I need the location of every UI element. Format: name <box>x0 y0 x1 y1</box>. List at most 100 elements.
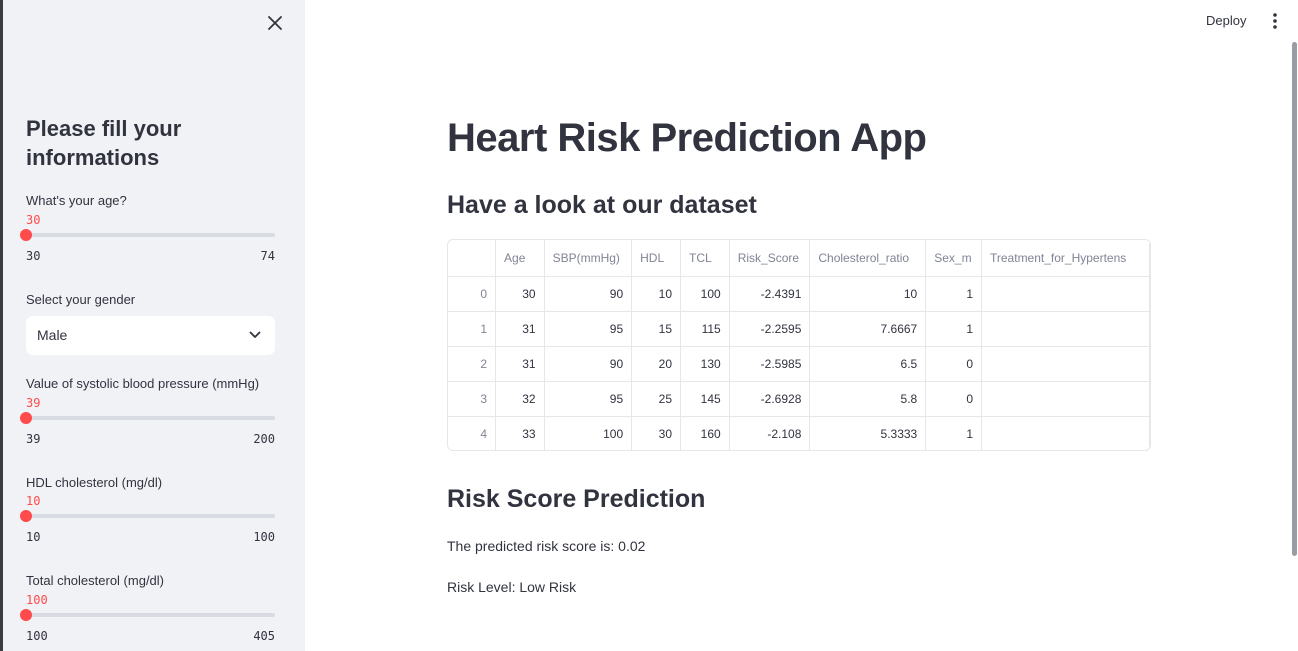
table-row: 4 33 100 30 160 -2.108 5.3333 1 <box>448 416 1150 450</box>
sidebar: Please fill your informations What's you… <box>3 0 305 651</box>
sbp-slider-label: Value of systolic blood pressure (mmHg) <box>26 376 260 391</box>
column-header[interactable]: Age <box>495 240 545 277</box>
table-cell[interactable] <box>981 381 1150 417</box>
table-cell[interactable]: 31 <box>495 346 545 382</box>
table-cell[interactable]: 115 <box>680 311 730 347</box>
prediction-heading: Risk Score Prediction <box>447 485 706 513</box>
table-cell[interactable]: 10 <box>809 276 927 312</box>
table-cell[interactable]: 95 <box>544 311 633 347</box>
table-cell[interactable]: 5.3333 <box>809 416 927 450</box>
main-menu-button[interactable] <box>1268 12 1282 30</box>
age-slider-thumb[interactable] <box>20 229 32 241</box>
table-cell[interactable] <box>981 346 1150 382</box>
table-cell[interactable]: 32 <box>495 381 545 417</box>
table-cell[interactable]: 100 <box>544 416 633 450</box>
table-cell[interactable]: 0 <box>925 381 982 417</box>
page-title: Heart Risk Prediction App <box>447 116 927 160</box>
dataset-heading: Have a look at our dataset <box>447 191 757 219</box>
column-header[interactable]: TCL <box>680 240 730 277</box>
table-row: 3 32 95 25 145 -2.6928 5.8 0 <box>448 381 1150 417</box>
table-cell[interactable]: -2.108 <box>729 416 811 450</box>
age-slider-value: 30 <box>26 213 41 227</box>
column-header[interactable]: SBP(mmHg) <box>544 240 633 277</box>
table-cell[interactable]: 95 <box>544 381 633 417</box>
sbp-slider-min: 39 <box>26 432 41 446</box>
column-header[interactable]: Sex_m <box>925 240 982 277</box>
table-cell[interactable]: 31 <box>495 311 545 347</box>
table-cell[interactable]: 30 <box>631 416 681 450</box>
column-header[interactable]: Treatment_for_Hypertens <box>981 240 1150 277</box>
table-cell[interactable]: 1 <box>925 276 982 312</box>
chevron-down-icon <box>249 331 261 338</box>
table-cell[interactable] <box>981 416 1150 450</box>
risk-level-text: Risk Level: Low Risk <box>447 579 577 595</box>
gender-select[interactable]: Male <box>26 316 275 355</box>
tcl-slider-min: 100 <box>26 629 48 643</box>
table-cell[interactable]: 15 <box>631 311 681 347</box>
tcl-slider[interactable]: 100 100 405 <box>20 593 275 649</box>
more-vertical-icon <box>1273 13 1277 29</box>
table-cell[interactable]: 6.5 <box>809 346 927 382</box>
age-slider[interactable]: 30 30 74 <box>20 213 275 269</box>
table-cell[interactable]: 33 <box>495 416 545 450</box>
table-cell[interactable]: 25 <box>631 381 681 417</box>
table-cell[interactable]: 5.8 <box>809 381 927 417</box>
table-cell[interactable] <box>981 276 1150 312</box>
row-index: 0 <box>448 276 497 312</box>
table-cell[interactable]: 1 <box>925 311 982 347</box>
deploy-button[interactable]: Deploy <box>1206 13 1246 28</box>
sbp-slider[interactable]: 39 39 200 <box>20 396 275 452</box>
table-cell[interactable]: 160 <box>680 416 730 450</box>
hdl-slider-thumb[interactable] <box>20 510 32 522</box>
column-header[interactable]: Cholesterol_ratio <box>809 240 927 277</box>
age-slider-max: 74 <box>260 249 275 263</box>
sbp-slider-thumb[interactable] <box>20 412 32 424</box>
hdl-slider-label: HDL cholesterol (mg/dl) <box>26 475 163 490</box>
table-cell[interactable]: 7.6667 <box>809 311 927 347</box>
table-cell[interactable]: 100 <box>680 276 730 312</box>
sbp-slider-track[interactable] <box>26 416 275 420</box>
table-row: 1 31 95 15 115 -2.2595 7.6667 1 <box>448 311 1150 347</box>
column-header[interactable]: HDL <box>631 240 681 277</box>
row-index: 1 <box>448 311 497 347</box>
table-cell[interactable]: 30 <box>495 276 545 312</box>
table-cell[interactable]: -2.5985 <box>729 346 811 382</box>
table-cell[interactable]: 20 <box>631 346 681 382</box>
row-index: 2 <box>448 346 497 382</box>
predicted-score-text: The predicted risk score is: 0.02 <box>447 538 646 554</box>
row-index: 4 <box>448 416 497 450</box>
column-header[interactable] <box>448 240 497 277</box>
table-cell[interactable]: 90 <box>544 276 633 312</box>
table-cell[interactable]: 0 <box>925 346 982 382</box>
table-cell[interactable]: -2.2595 <box>729 311 811 347</box>
age-slider-track[interactable] <box>26 233 275 237</box>
table-cell[interactable] <box>981 311 1150 347</box>
table-cell[interactable]: -2.4391 <box>729 276 811 312</box>
row-index: 3 <box>448 381 497 417</box>
hdl-slider-track[interactable] <box>26 514 275 518</box>
gender-select-value: Male <box>37 327 68 343</box>
tcl-slider-thumb[interactable] <box>20 609 32 621</box>
table-cell[interactable]: -2.6928 <box>729 381 811 417</box>
hdl-slider-value: 10 <box>26 494 41 508</box>
column-header[interactable]: Risk_Score <box>729 240 811 277</box>
close-sidebar-button[interactable] <box>265 13 285 33</box>
tcl-slider-max: 405 <box>253 629 275 643</box>
main-scrollbar[interactable] <box>1292 42 1297 556</box>
hdl-slider[interactable]: 10 10 100 <box>20 494 275 550</box>
table-row: 2 31 90 20 130 -2.5985 6.5 0 <box>448 346 1150 382</box>
tcl-slider-track[interactable] <box>26 613 275 617</box>
table-cell[interactable]: 145 <box>680 381 730 417</box>
age-slider-min: 30 <box>26 249 41 263</box>
sbp-slider-value: 39 <box>26 396 41 410</box>
sbp-slider-max: 200 <box>253 432 275 446</box>
dataset-table[interactable]: Age SBP(mmHg) HDL TCL Risk_Score Cholest… <box>447 239 1151 451</box>
table-cell[interactable]: 1 <box>925 416 982 450</box>
close-icon <box>268 16 282 30</box>
table-cell[interactable]: 90 <box>544 346 633 382</box>
table-cell[interactable]: 130 <box>680 346 730 382</box>
table-cell[interactable]: 10 <box>631 276 681 312</box>
hdl-slider-max: 100 <box>253 530 275 544</box>
dataframe: Age SBP(mmHg) HDL TCL Risk_Score Cholest… <box>448 240 1150 450</box>
table-row: 0 30 90 10 100 -2.4391 10 1 <box>448 276 1150 312</box>
